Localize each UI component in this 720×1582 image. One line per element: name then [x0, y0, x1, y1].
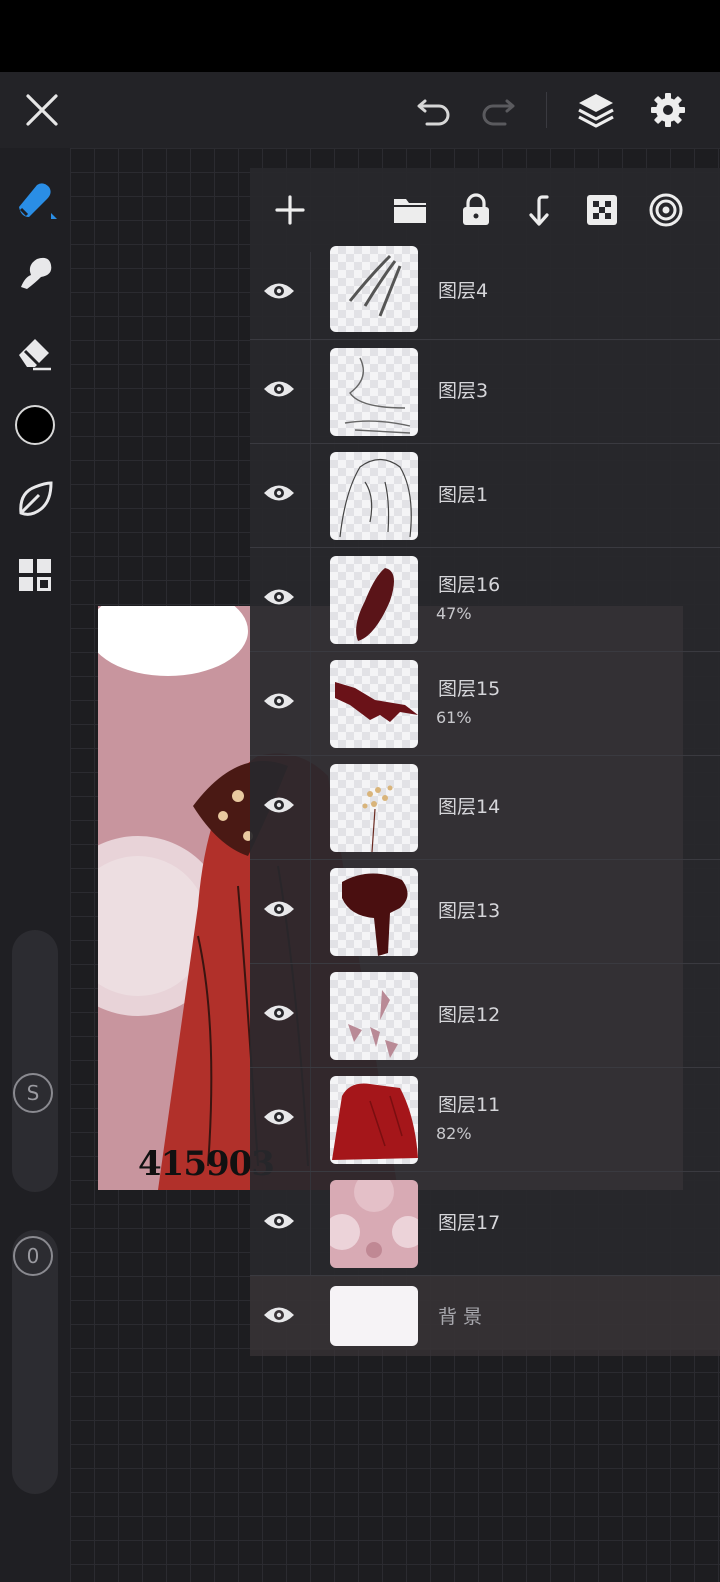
- row-divider: [310, 756, 311, 859]
- layer-name: 图层17: [438, 1212, 501, 1234]
- target-icon[interactable]: [646, 190, 686, 230]
- layer-row[interactable]: 图层17: [250, 1172, 720, 1276]
- row-divider: [310, 252, 311, 339]
- layer-name: 图层14: [438, 796, 501, 818]
- layer-thumbnail: [330, 868, 418, 956]
- color-swatch[interactable]: [12, 402, 58, 448]
- row-divider: [310, 860, 311, 963]
- layer-name: 图层12: [438, 1004, 501, 1026]
- layers-icon[interactable]: [576, 90, 616, 130]
- layer-row[interactable]: 图层12: [250, 964, 720, 1068]
- layers-panel: 图层4 图层3 图层1 图层16 47% 图层15 61% 图层14 图层13 …: [250, 168, 720, 1356]
- add-icon[interactable]: [270, 190, 310, 230]
- smudge-icon[interactable]: [12, 250, 58, 296]
- folder-icon[interactable]: [390, 190, 430, 230]
- layer-opacity: 61%: [436, 708, 472, 727]
- layer-thumbnail: [330, 764, 418, 852]
- brush-icon[interactable]: [12, 176, 58, 222]
- layer-opacity: 47%: [436, 604, 472, 623]
- eye-icon[interactable]: [262, 1298, 296, 1332]
- lock-icon[interactable]: [456, 190, 496, 230]
- brush-size-knob[interactable]: S: [13, 1073, 53, 1113]
- eye-icon[interactable]: [262, 684, 296, 718]
- undo-icon[interactable]: [414, 90, 454, 130]
- layer-name: 背景: [438, 1306, 489, 1328]
- row-divider: [310, 1172, 311, 1275]
- layer-row[interactable]: 图层4: [250, 246, 720, 340]
- layer-row[interactable]: 图层15 61%: [250, 652, 720, 756]
- layer-thumbnail: [330, 660, 418, 748]
- brush-size-slider[interactable]: [12, 930, 58, 1192]
- layer-thumbnail: [330, 1286, 418, 1346]
- layer-row[interactable]: 图层3: [250, 340, 720, 444]
- layer-opacity: 82%: [436, 1124, 472, 1143]
- layer-name: 图层3: [438, 380, 489, 402]
- layer-row[interactable]: 图层14: [250, 756, 720, 860]
- layer-thumbnail: [330, 556, 418, 644]
- brush-opacity-knob[interactable]: 0: [13, 1236, 53, 1276]
- row-divider: [310, 548, 311, 651]
- eye-icon[interactable]: [262, 274, 296, 308]
- layer-thumbnail: [330, 1076, 418, 1164]
- eye-icon[interactable]: [262, 788, 296, 822]
- row-divider: [310, 652, 311, 755]
- eye-icon[interactable]: [262, 372, 296, 406]
- layers-list: 图层4 图层3 图层1 图层16 47% 图层15 61% 图层14 图层13 …: [250, 246, 720, 1356]
- layer-thumbnail: [330, 972, 418, 1060]
- status-bar: [0, 0, 720, 72]
- top-bar: [0, 72, 720, 148]
- layer-name: 图层15: [438, 678, 501, 700]
- alpha-icon[interactable]: [582, 190, 622, 230]
- layer-thumbnail: [330, 246, 418, 332]
- row-divider: [310, 444, 311, 547]
- layer-row[interactable]: 图层1: [250, 444, 720, 548]
- layer-thumbnail: [330, 1180, 418, 1268]
- layers-panel-toolbar: [250, 168, 720, 252]
- left-toolbar: S 0: [0, 148, 70, 1582]
- eye-icon[interactable]: [262, 476, 296, 510]
- layer-name: 图层11: [438, 1094, 501, 1116]
- layer-thumbnail: [330, 348, 418, 436]
- eye-icon[interactable]: [262, 996, 296, 1030]
- layer-row[interactable]: 图层16 47%: [250, 548, 720, 652]
- layer-row[interactable]: 图层13: [250, 860, 720, 964]
- eye-icon[interactable]: [262, 1204, 296, 1238]
- eye-icon[interactable]: [262, 580, 296, 614]
- eye-icon[interactable]: [262, 892, 296, 926]
- close-icon[interactable]: [22, 90, 62, 130]
- layer-name: 图层4: [438, 280, 489, 302]
- merge-down-icon[interactable]: [520, 190, 560, 230]
- gear-icon[interactable]: [648, 90, 688, 130]
- layer-thumbnail: [330, 452, 418, 540]
- layer-row[interactable]: 图层11 82%: [250, 1068, 720, 1172]
- layer-name: 图层1: [438, 484, 489, 506]
- toolbar-divider: [546, 92, 547, 128]
- grid-icon[interactable]: [12, 552, 58, 598]
- layer-row-background[interactable]: 背景: [250, 1276, 720, 1356]
- row-divider: [310, 1068, 311, 1171]
- layer-name: 图层13: [438, 900, 501, 922]
- eraser-icon[interactable]: [12, 328, 58, 374]
- layer-name: 图层16: [438, 574, 501, 596]
- leaf-icon[interactable]: [12, 476, 58, 522]
- eye-icon[interactable]: [262, 1100, 296, 1134]
- row-divider: [310, 964, 311, 1067]
- row-divider: [310, 340, 311, 443]
- redo-icon[interactable]: [478, 90, 518, 130]
